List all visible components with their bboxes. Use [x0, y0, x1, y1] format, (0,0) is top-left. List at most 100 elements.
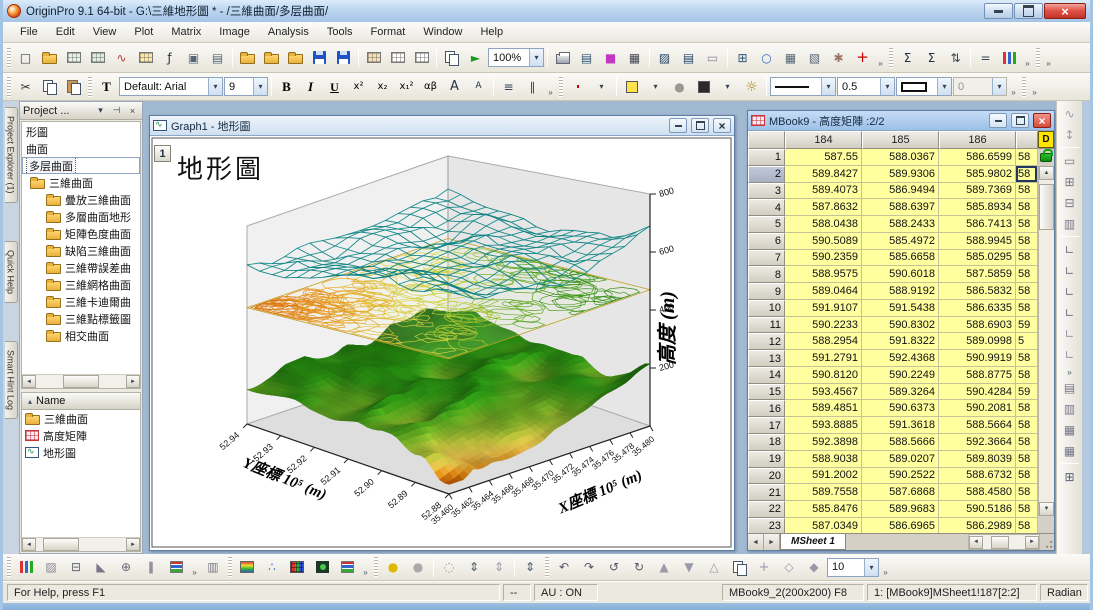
matrix-corner-cell[interactable] — [748, 131, 785, 149]
matrix-cell[interactable]: 590.8302 — [862, 317, 939, 334]
plot-matrix-color-fill[interactable] — [285, 556, 309, 578]
plot-multi-panel[interactable] — [335, 556, 359, 578]
set-column-values[interactable]: = — [974, 46, 997, 69]
scroll-thumb[interactable] — [991, 536, 1009, 549]
matrix-cell[interactable]: 590.6018 — [862, 266, 939, 283]
scroll-right-arrow[interactable]: ► — [1025, 536, 1039, 549]
matrix-cell[interactable]: 591.9107 — [785, 300, 862, 317]
matrix-cell[interactable]: 588.4580 — [939, 484, 1016, 501]
tree-item[interactable]: 三維網格曲面 — [22, 276, 140, 293]
matrix-cell[interactable]: 592.3898 — [785, 434, 862, 451]
line-width-select[interactable]: 0.5▾ — [837, 77, 895, 96]
scroll-down-arrow[interactable]: ▼ — [1039, 502, 1054, 516]
row-header-21[interactable]: 21 — [748, 484, 785, 501]
layer-grid-9[interactable]: ⊟ — [1059, 192, 1081, 213]
rotate-counterclockwise[interactable]: ↺ — [602, 556, 626, 578]
matrix-cell[interactable]: 58 — [1016, 166, 1038, 183]
frame-corner-br[interactable]: ∟ — [1059, 302, 1081, 323]
matrix-cell[interactable]: 58 — [1016, 518, 1038, 533]
plot-column[interactable] — [14, 556, 38, 578]
send-graph[interactable]: ▭ — [701, 46, 724, 69]
frame-corner-bl[interactable]: ∟ — [1059, 239, 1081, 260]
matrix-cell[interactable]: 591.2002 — [785, 468, 862, 485]
mask-data[interactable]: ● — [381, 556, 405, 578]
row-header-11[interactable]: 11 — [748, 317, 785, 334]
row-header-18[interactable]: 18 — [748, 434, 785, 451]
matrix-cell[interactable]: 590.5186 — [939, 501, 1016, 518]
minimize-button[interactable] — [984, 3, 1013, 19]
matrix-cell[interactable]: 585.0295 — [939, 250, 1016, 267]
matrix-window[interactable]: MBook9 - 高度矩陣 :2/2 184185186 1587.55588.… — [747, 110, 1055, 551]
add-column[interactable]: + — [851, 46, 874, 69]
toolbar-grip[interactable] — [889, 48, 893, 68]
print-preview[interactable]: ▤ — [575, 46, 598, 69]
matrix-cell[interactable]: 589.8039 — [939, 451, 1016, 468]
matrix-cell[interactable]: 587.0349 — [785, 518, 862, 533]
matrix-cell[interactable]: 588.0367 — [862, 149, 939, 166]
merge-layers[interactable]: ⊞ — [1059, 466, 1081, 487]
reset-rotation[interactable]: △ — [702, 556, 726, 578]
distribute-horizontal[interactable]: ▦ — [1059, 419, 1081, 440]
row-header-8[interactable]: 8 — [748, 266, 785, 283]
tree-item[interactable]: 相交曲面 — [22, 327, 140, 344]
row-header-14[interactable]: 14 — [748, 367, 785, 384]
side-tab-smart-hint-log[interactable]: Smart Hint Log — [5, 341, 18, 419]
matrix-cell[interactable]: 588.2954 — [785, 333, 862, 350]
toolbar-grip[interactable] — [1036, 48, 1040, 68]
video-mode[interactable]: ▦ — [623, 46, 646, 69]
close-button[interactable] — [1044, 3, 1086, 19]
sheet-next-icon[interactable]: ► — [764, 534, 780, 550]
menu-format[interactable]: Format — [362, 24, 415, 40]
matrix-cell[interactable]: 590.9919 — [939, 350, 1016, 367]
new-excel[interactable] — [86, 46, 109, 69]
matrix-cell[interactable]: 58 — [1016, 199, 1038, 216]
fit-frame-to-layer[interactable]: + — [752, 556, 776, 578]
statistics-on-columns[interactable]: Σ — [920, 46, 943, 69]
save-project[interactable] — [308, 46, 331, 69]
matrix-cell[interactable]: 587.5859 — [939, 266, 1016, 283]
matrix-cell[interactable]: 58 — [1016, 283, 1038, 300]
new-function[interactable]: ƒ — [158, 46, 181, 69]
row-header-20[interactable]: 20 — [748, 468, 785, 485]
matrix-cell[interactable]: 590.2249 — [862, 367, 939, 384]
matrix-cell[interactable]: 585.4972 — [862, 233, 939, 250]
matrix-cell[interactable]: 58 — [1016, 183, 1038, 200]
font-size-select[interactable]: 9▾ — [224, 77, 268, 96]
sheet-tab[interactable]: MSheet 1 — [780, 534, 846, 550]
title-bar[interactable]: OriginPro 9.1 64-bit - G:\三維地形圖 * - /三維曲… — [3, 0, 1090, 22]
cut[interactable]: ✂ — [14, 75, 37, 98]
rescale-axes[interactable]: ⇕ — [487, 556, 511, 578]
matrix-cell[interactable]: 588.6903 — [939, 317, 1016, 334]
shrink-cube[interactable]: ◇ — [777, 556, 801, 578]
panel-close-icon[interactable]: × — [126, 104, 139, 117]
toolbar-grip[interactable] — [7, 77, 11, 97]
scroll-left-arrow[interactable]: ◄ — [969, 536, 983, 549]
column-header-184[interactable]: 184 — [785, 131, 862, 149]
refresh[interactable]: ► — [464, 46, 487, 69]
graph-minimize-button[interactable] — [669, 118, 687, 133]
layer-single[interactable]: ▭ — [1059, 150, 1081, 171]
tree-item[interactable]: 多層曲面地形 — [22, 208, 140, 225]
new-matrix[interactable] — [134, 46, 157, 69]
matrix-cell[interactable]: 589.3264 — [862, 384, 939, 401]
matrix-cell[interactable]: 588.5666 — [862, 434, 939, 451]
zoom-select[interactable]: 100%▾ — [488, 48, 544, 67]
fill-color-arrow[interactable]: ▾ — [644, 75, 667, 98]
toolbar-grip[interactable] — [228, 557, 232, 577]
toolbar-grip[interactable] — [545, 557, 549, 577]
graph-restore-button[interactable] — [691, 118, 709, 133]
image-mode[interactable]: ■ — [599, 46, 622, 69]
plot-column-chart[interactable] — [998, 46, 1021, 69]
matrix-cell[interactable]: 589.7558 — [785, 484, 862, 501]
matrix-horizontal-scrollbar[interactable]: ◄ ► — [968, 534, 1040, 550]
tree-horizontal-scrollbar[interactable]: ◄ ► — [22, 374, 140, 388]
disable-masking[interactable]: ◌ — [437, 556, 461, 578]
matrix-cell[interactable]: 585.8476 — [785, 501, 862, 518]
font-tool[interactable]: T — [95, 75, 118, 98]
menu-help[interactable]: Help — [471, 24, 512, 40]
plot-stock[interactable]: ∥ — [139, 556, 163, 578]
row-header-16[interactable]: 16 — [748, 400, 785, 417]
axis-scale-tool[interactable]: ↕ — [1059, 124, 1081, 145]
graph-title[interactable]: 地形圖 — [177, 149, 264, 186]
menu-window[interactable]: Window — [414, 24, 471, 40]
